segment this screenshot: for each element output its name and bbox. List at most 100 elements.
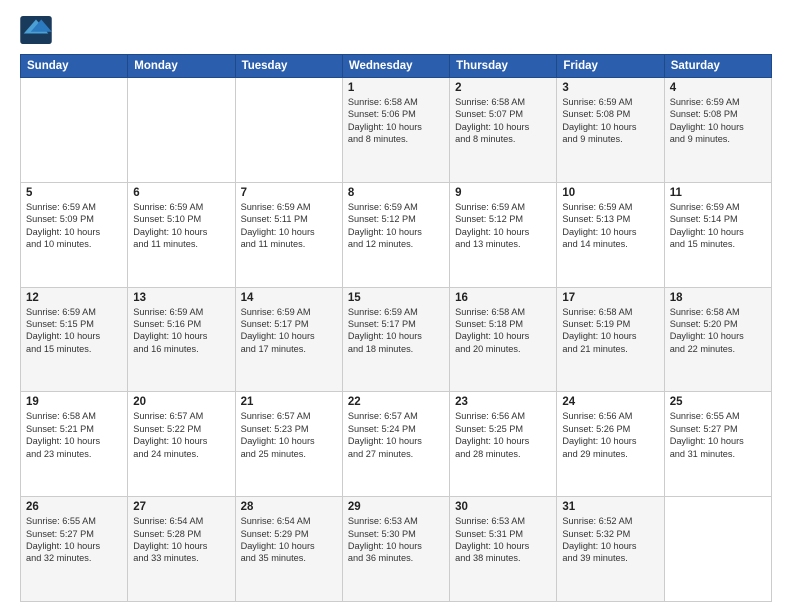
- calendar-cell: [235, 78, 342, 183]
- day-number: 25: [670, 396, 766, 408]
- calendar-table: SundayMondayTuesdayWednesdayThursdayFrid…: [20, 54, 772, 602]
- calendar-cell: 13Sunrise: 6:59 AM Sunset: 5:16 PM Dayli…: [128, 287, 235, 392]
- weekday-header: Sunday: [21, 55, 128, 78]
- calendar-cell: 12 Sunrise: 6:59 AM Sunset: 5:15 PM Dayli…: [21, 287, 128, 392]
- calendar-cell: 28 Sunrise: 6:54 AM Sunset: 5:29 PM Dayli…: [235, 497, 342, 602]
- day-info: Sunrise: 6:55 AM Sunset: 5:27 PM Dayligh…: [26, 515, 122, 565]
- calendar-cell: 29 Sunrise: 6:53 AM Sunset: 5:30 PM Dayli…: [342, 497, 449, 602]
- day-number: 26: [26, 501, 122, 513]
- day-info: Sunrise: 6:59 AM Sunset: 5:12 PM Dayligh…: [348, 201, 444, 251]
- day-number: 3: [562, 82, 658, 94]
- weekday-header: Thursday: [450, 55, 557, 78]
- calendar-cell: 21 Sunrise: 6:57 AM Sunset: 5:23 PM Dayli…: [235, 392, 342, 497]
- day-info: Sunrise: 6:57 AM Sunset: 5:22 PM Dayligh…: [133, 410, 229, 460]
- calendar-cell: 22 Sunrise: 6:57 AM Sunset: 5:24 PM Dayli…: [342, 392, 449, 497]
- calendar-cell: 6 Sunrise: 6:59 AM Sunset: 5:10 PM Daylig…: [128, 182, 235, 287]
- day-number: 11: [670, 187, 766, 199]
- page: SundayMondayTuesdayWednesdayThursdayFrid…: [0, 0, 792, 612]
- day-info: Sunrise: 6:59 AM Sunset: 5:17 PM Dayligh…: [241, 306, 337, 356]
- calendar-cell: 18 Sunrise: 6:58 AM Sunset: 5:20 PM Dayli…: [664, 287, 771, 392]
- calendar-week-row: 5 Sunrise: 6:59 AM Sunset: 5:09 PM Daylig…: [21, 182, 772, 287]
- day-number: 6: [133, 187, 229, 199]
- day-number: 9: [455, 187, 551, 199]
- logo-icon: [20, 16, 52, 44]
- day-number: 20: [133, 396, 229, 408]
- day-number: 13: [133, 292, 229, 304]
- weekday-header: Saturday: [664, 55, 771, 78]
- calendar-cell: 26 Sunrise: 6:55 AM Sunset: 5:27 PM Dayli…: [21, 497, 128, 602]
- day-info: Sunrise: 6:56 AM Sunset: 5:25 PM Dayligh…: [455, 410, 551, 460]
- day-info: Sunrise: 6:59 AM Sunset: 5:15 PM Dayligh…: [26, 306, 122, 356]
- calendar-week-row: 19 Sunrise: 6:58 AM Sunset: 5:21 PM Dayli…: [21, 392, 772, 497]
- day-info: Sunrise: 6:59 AM Sunset: 5:13 PM Dayligh…: [562, 201, 658, 251]
- calendar-cell: 27 Sunrise: 6:54 AM Sunset: 5:28 PM Dayli…: [128, 497, 235, 602]
- calendar-cell: 31 Sunrise: 6:52 AM Sunset: 5:32 PM Dayli…: [557, 497, 664, 602]
- calendar-cell: 20 Sunrise: 6:57 AM Sunset: 5:22 PM Dayli…: [128, 392, 235, 497]
- calendar-cell: 1 Sunrise: 6:58 AM Sunset: 5:06 PM Daylig…: [342, 78, 449, 183]
- day-number: 1: [348, 82, 444, 94]
- day-number: 8: [348, 187, 444, 199]
- calendar-week-row: 26 Sunrise: 6:55 AM Sunset: 5:27 PM Dayli…: [21, 497, 772, 602]
- day-info: Sunrise: 6:58 AM Sunset: 5:06 PM Dayligh…: [348, 96, 444, 146]
- calendar-cell: 24 Sunrise: 6:56 AM Sunset: 5:26 PM Dayli…: [557, 392, 664, 497]
- day-info: Sunrise: 6:59 AM Sunset: 5:08 PM Dayligh…: [670, 96, 766, 146]
- day-number: 23: [455, 396, 551, 408]
- day-number: 10: [562, 187, 658, 199]
- calendar-cell: [21, 78, 128, 183]
- calendar-cell: 5 Sunrise: 6:59 AM Sunset: 5:09 PM Daylig…: [21, 182, 128, 287]
- calendar-cell: 2 Sunrise: 6:58 AM Sunset: 5:07 PM Daylig…: [450, 78, 557, 183]
- day-info: Sunrise: 6:53 AM Sunset: 5:30 PM Dayligh…: [348, 515, 444, 565]
- day-info: Sunrise: 6:53 AM Sunset: 5:31 PM Dayligh…: [455, 515, 551, 565]
- day-info: Sunrise: 6:58 AM Sunset: 5:07 PM Dayligh…: [455, 96, 551, 146]
- day-info: Sunrise: 6:59 AM Sunset: 5:12 PM Dayligh…: [455, 201, 551, 251]
- day-info: Sunrise: 6:55 AM Sunset: 5:27 PM Dayligh…: [670, 410, 766, 460]
- day-number: 5: [26, 187, 122, 199]
- day-info: Sunrise: 6:58 AM Sunset: 5:21 PM Dayligh…: [26, 410, 122, 460]
- day-info: Sunrise: 6:58 AM Sunset: 5:20 PM Dayligh…: [670, 306, 766, 356]
- day-info: Sunrise: 6:56 AM Sunset: 5:26 PM Dayligh…: [562, 410, 658, 460]
- day-number: 19: [26, 396, 122, 408]
- day-number: 4: [670, 82, 766, 94]
- calendar-cell: 8 Sunrise: 6:59 AM Sunset: 5:12 PM Daylig…: [342, 182, 449, 287]
- day-info: Sunrise: 6:57 AM Sunset: 5:23 PM Dayligh…: [241, 410, 337, 460]
- day-info: Sunrise: 6:52 AM Sunset: 5:32 PM Dayligh…: [562, 515, 658, 565]
- day-info: Sunrise: 6:54 AM Sunset: 5:29 PM Dayligh…: [241, 515, 337, 565]
- calendar-cell: 11 Sunrise: 6:59 AM Sunset: 5:14 PM Dayli…: [664, 182, 771, 287]
- day-number: 12: [26, 292, 122, 304]
- day-info: Sunrise: 6:59 AM Sunset: 5:10 PM Dayligh…: [133, 201, 229, 251]
- day-number: 30: [455, 501, 551, 513]
- day-number: 27: [133, 501, 229, 513]
- calendar-cell: 30 Sunrise: 6:53 AM Sunset: 5:31 PM Dayli…: [450, 497, 557, 602]
- day-number: 2: [455, 82, 551, 94]
- weekday-header: Tuesday: [235, 55, 342, 78]
- weekday-header: Wednesday: [342, 55, 449, 78]
- calendar-week-row: 1 Sunrise: 6:58 AM Sunset: 5:06 PM Daylig…: [21, 78, 772, 183]
- weekday-header: Friday: [557, 55, 664, 78]
- day-number: 31: [562, 501, 658, 513]
- day-number: 28: [241, 501, 337, 513]
- calendar-header-row: SundayMondayTuesdayWednesdayThursdayFrid…: [21, 55, 772, 78]
- day-number: 16: [455, 292, 551, 304]
- header: [20, 16, 772, 44]
- day-number: 15: [348, 292, 444, 304]
- calendar-cell: 15Sunrise: 6:59 AM Sunset: 5:17 PM Dayli…: [342, 287, 449, 392]
- calendar-cell: 14 Sunrise: 6:59 AM Sunset: 5:17 PM Dayli…: [235, 287, 342, 392]
- day-number: 22: [348, 396, 444, 408]
- day-number: 24: [562, 396, 658, 408]
- day-info: Sunrise: 6:58 AM Sunset: 5:19 PM Dayligh…: [562, 306, 658, 356]
- day-number: 18: [670, 292, 766, 304]
- day-info: Sunrise: 6:54 AM Sunset: 5:28 PM Dayligh…: [133, 515, 229, 565]
- day-info: Sunrise: 6:59 AM Sunset: 5:14 PM Dayligh…: [670, 201, 766, 251]
- day-number: 17: [562, 292, 658, 304]
- day-info: Sunrise: 6:57 AM Sunset: 5:24 PM Dayligh…: [348, 410, 444, 460]
- day-info: Sunrise: 6:59 AM Sunset: 5:09 PM Dayligh…: [26, 201, 122, 251]
- calendar-cell: 3Sunrise: 6:59 AM Sunset: 5:08 PM Daylig…: [557, 78, 664, 183]
- logo: [20, 16, 56, 44]
- calendar-cell: [664, 497, 771, 602]
- calendar-cell: 19 Sunrise: 6:58 AM Sunset: 5:21 PM Dayli…: [21, 392, 128, 497]
- calendar-cell: 7Sunrise: 6:59 AM Sunset: 5:11 PM Daylig…: [235, 182, 342, 287]
- day-number: 14: [241, 292, 337, 304]
- day-number: 21: [241, 396, 337, 408]
- calendar-cell: 17 Sunrise: 6:58 AM Sunset: 5:19 PM Dayli…: [557, 287, 664, 392]
- day-number: 29: [348, 501, 444, 513]
